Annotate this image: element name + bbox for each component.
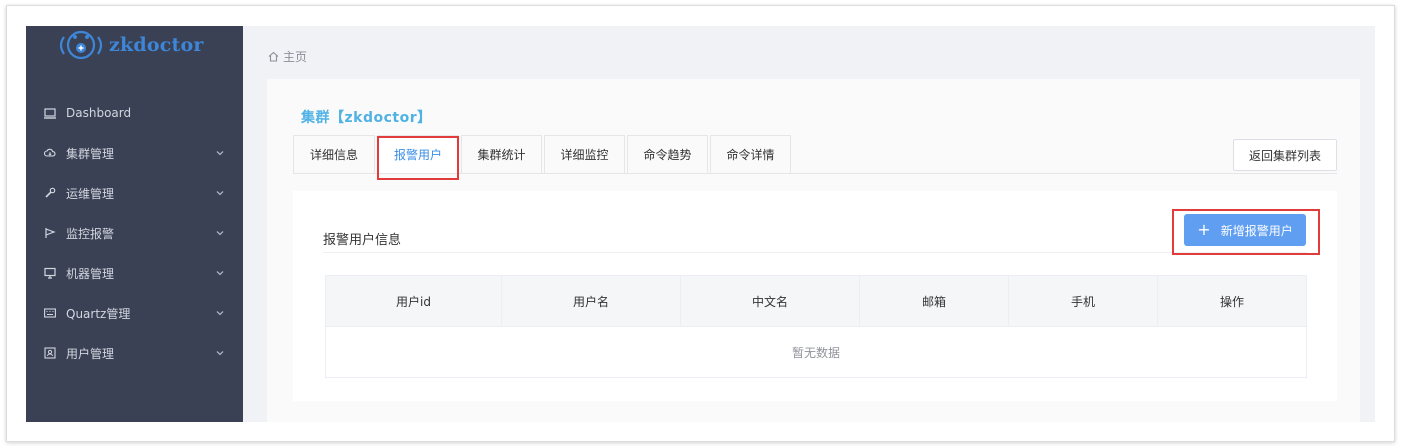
sidebar-item-label: Dashboard xyxy=(66,106,132,120)
chevron-down-icon xyxy=(215,187,225,197)
chevron-down-icon xyxy=(215,267,225,277)
panel-divider xyxy=(323,252,1307,253)
monitor-icon xyxy=(44,107,56,119)
sidebar-item-ops[interactable]: 运维管理 xyxy=(26,173,243,213)
column-header-actions[interactable]: 操作 xyxy=(1158,276,1306,326)
tab-divider xyxy=(293,173,1337,174)
sidebar-nav: Dashboard 集群管理 运维管理 监控报警 机器管理 Quartz管理 用… xyxy=(26,93,243,373)
cluster-card: 集群【zkdoctor】 详细信息 报警用户 集群统计 详细监控 命令趋势 命令… xyxy=(267,79,1360,422)
back-to-cluster-list-button[interactable]: 返回集群列表 xyxy=(1233,139,1337,171)
add-alarm-user-label: 新增报警用户 xyxy=(1220,223,1293,238)
chevron-down-icon xyxy=(215,347,225,357)
sidebar-item-dashboard[interactable]: Dashboard xyxy=(26,93,243,133)
wrench-icon xyxy=(44,187,56,199)
tab-command-trend[interactable]: 命令趋势 xyxy=(627,135,708,173)
chevron-down-icon xyxy=(215,147,225,157)
sidebar-item-label: 运维管理 xyxy=(66,186,115,201)
user-card-icon xyxy=(44,347,56,359)
logo-text: zkdoctor xyxy=(109,34,204,56)
tab-alarm-users[interactable]: 报警用户 xyxy=(377,135,459,173)
sidebar-item-cluster[interactable]: 集群管理 xyxy=(26,133,243,173)
tab-detail-monitor[interactable]: 详细监控 xyxy=(544,135,625,173)
sidebar-item-machine[interactable]: 机器管理 xyxy=(26,253,243,293)
flag-icon xyxy=(44,227,56,239)
alarm-user-panel: 报警用户信息 + 新增报警用户 用户id 用户名 中文名 邮箱 手机 操作 暂无… xyxy=(293,191,1337,401)
panel-title: 报警用户信息 xyxy=(323,233,402,248)
table-header: 用户id 用户名 中文名 邮箱 手机 操作 xyxy=(326,276,1306,327)
column-header-email[interactable]: 邮箱 xyxy=(860,276,1009,326)
column-header-username[interactable]: 用户名 xyxy=(502,276,681,326)
column-header-user-id[interactable]: 用户id xyxy=(326,276,502,326)
logo-icon xyxy=(56,27,106,63)
sidebar-item-label: 机器管理 xyxy=(66,266,115,281)
logo[interactable]: zkdoctor xyxy=(56,28,204,62)
tab-command-detail[interactable]: 命令详情 xyxy=(710,135,791,173)
keyboard-icon xyxy=(44,307,56,319)
column-header-phone[interactable]: 手机 xyxy=(1009,276,1158,326)
sidebar-item-quartz[interactable]: Quartz管理 xyxy=(26,293,243,333)
alarm-user-table: 用户id 用户名 中文名 邮箱 手机 操作 暂无数据 xyxy=(325,275,1307,378)
main-content: 主页 集群【zkdoctor】 详细信息 报警用户 集群统计 详细监控 命令趋势… xyxy=(243,26,1375,422)
breadcrumb[interactable]: 主页 xyxy=(268,48,307,65)
plus-icon: + xyxy=(1197,220,1211,239)
home-icon xyxy=(268,51,279,62)
tab-details[interactable]: 详细信息 xyxy=(293,135,375,173)
column-header-chinese-name[interactable]: 中文名 xyxy=(681,276,860,326)
tab-bar: 详细信息 报警用户 集群统计 详细监控 命令趋势 命令详情 xyxy=(293,135,793,173)
chevron-down-icon xyxy=(215,307,225,317)
table-empty-text: 暂无数据 xyxy=(791,345,840,360)
breadcrumb-home[interactable]: 主页 xyxy=(283,48,307,65)
sidebar-item-label: Quartz管理 xyxy=(66,306,131,321)
cloud-icon xyxy=(44,147,56,159)
sidebar-item-label: 监控报警 xyxy=(66,226,115,241)
sidebar-item-label: 集群管理 xyxy=(66,146,115,161)
sidebar-item-users[interactable]: 用户管理 xyxy=(26,333,243,373)
chevron-down-icon xyxy=(215,227,225,237)
add-alarm-user-button[interactable]: + 新增报警用户 xyxy=(1184,214,1306,246)
cluster-title: 集群【zkdoctor】 xyxy=(301,110,432,126)
sidebar: zkdoctor Dashboard 集群管理 运维管理 监控报警 机器管理 Q… xyxy=(26,26,243,422)
desktop-icon xyxy=(44,267,56,279)
sidebar-item-alarm[interactable]: 监控报警 xyxy=(26,213,243,253)
tab-cluster-stats[interactable]: 集群统计 xyxy=(461,135,542,173)
sidebar-item-label: 用户管理 xyxy=(66,346,115,361)
